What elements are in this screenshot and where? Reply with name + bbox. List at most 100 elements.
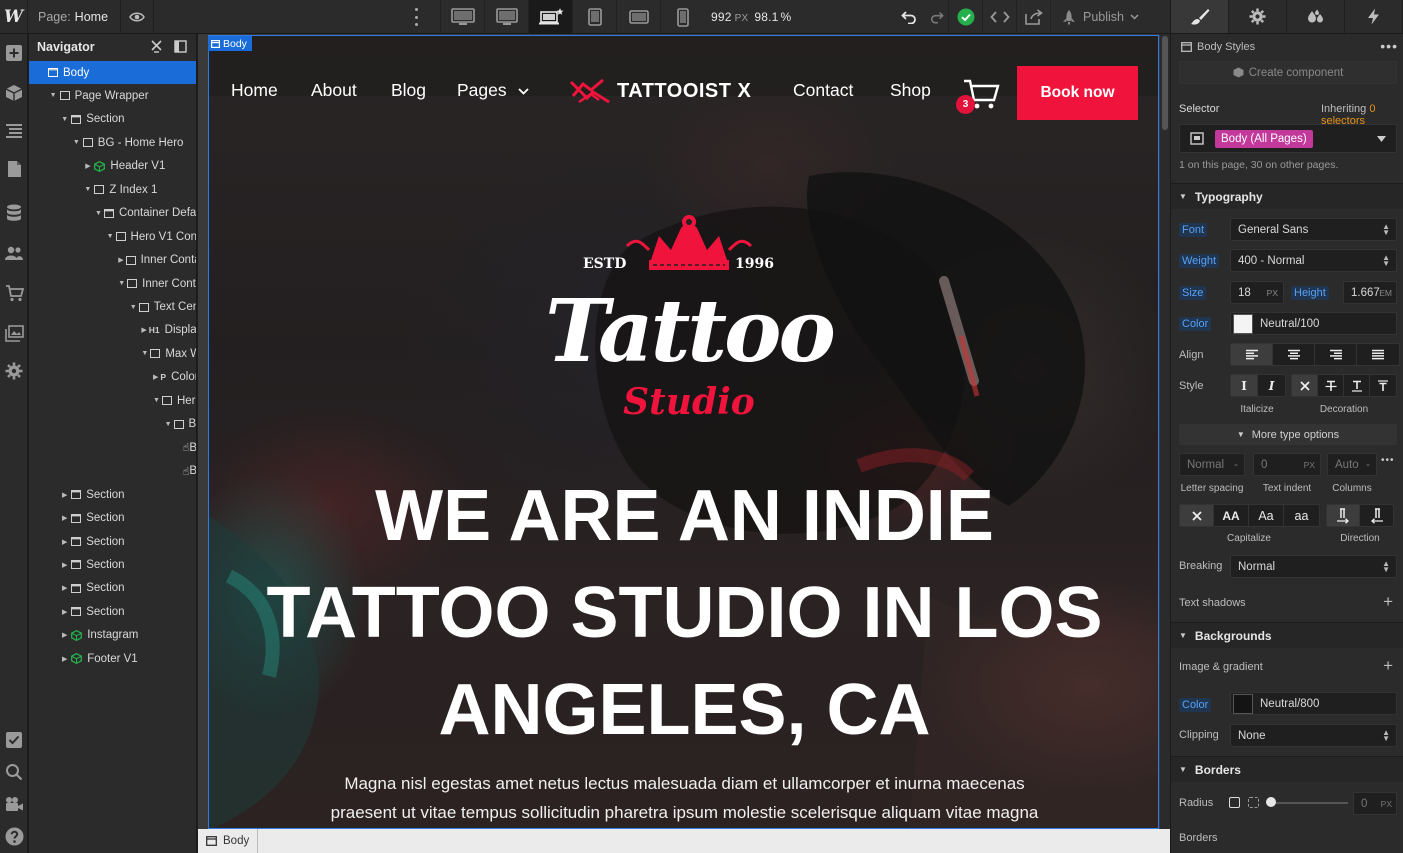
add-background-icon[interactable]: + [1383,656,1393,676]
capitalize-button[interactable]: Aa [1249,505,1284,526]
columns-input[interactable]: Auto - [1327,453,1377,476]
breadcrumb-item-body[interactable]: Body [206,829,259,853]
radius-all-corners-icon[interactable] [1229,797,1240,808]
weight-select[interactable]: 400 - Normal ▲ ▼ [1230,249,1397,272]
caret-down-icon[interactable] [1377,136,1386,142]
share-button[interactable] [1016,0,1050,34]
nav-link-shop[interactable]: Shop [890,80,931,101]
breaking-select[interactable]: Normal ▲ ▼ [1230,555,1397,578]
selector-field[interactable]: Body (All Pages) [1179,124,1397,153]
nav-link-about[interactable]: About [311,80,357,101]
canvas-scrollbar-thumb[interactable] [1162,36,1168,130]
text-color-swatch[interactable] [1233,313,1253,334]
add-text-shadow-icon[interactable]: + [1383,592,1393,612]
align-left-button[interactable] [1231,344,1273,365]
video-tutorials-button[interactable] [3,793,25,815]
navigator-item[interactable]: ▶ Section [29,553,196,576]
font-size-unit[interactable]: PX [1267,288,1278,298]
page-body[interactable]: Home About Blog Pages TATTOOIST X Contac… [208,35,1159,829]
uppercase-button[interactable]: AA [1214,505,1249,526]
navigator-item[interactable]: ▶ Section [29,530,196,553]
navigator-item[interactable]: ▶ Inner Container [29,249,196,272]
underline-button[interactable] [1344,375,1370,396]
settings-button[interactable] [3,360,25,382]
background-color-swatch[interactable] [1233,693,1253,714]
tab-style-manager[interactable] [1287,0,1345,33]
site-brand-logo[interactable]: TATTOOIST X [569,76,751,106]
more-type-options-toggle[interactable]: ▼ More type options [1179,424,1397,445]
publish-button[interactable]: Publish [1050,0,1149,34]
caret-down-icon[interactable]: ▼ [141,350,148,357]
code-export-button[interactable] [982,0,1016,34]
navigator-item[interactable]: ▼ Container Default [29,202,196,225]
decoration-none-button[interactable] [1292,375,1318,396]
navigator-item[interactable]: ▶ Section [29,600,196,623]
more-horizontal-icon[interactable]: ••• [1381,455,1395,466]
design-canvas[interactable]: Home About Blog Pages TATTOOIST X Contac… [198,34,1170,829]
caret-right-icon[interactable]: ▶ [60,538,69,546]
caret-right-icon[interactable]: ▶ [83,162,92,170]
capitalize-none-button[interactable] [1180,505,1214,526]
more-vertical-icon[interactable] [412,8,420,26]
nav-link-blog[interactable]: Blog [391,80,426,101]
tasks-button[interactable] [3,729,25,751]
caret-down-icon[interactable]: ▼ [95,210,102,217]
nav-link-home[interactable]: Home [231,80,278,101]
align-center-button[interactable] [1273,344,1315,365]
caret-right-icon[interactable]: ▶ [60,491,69,499]
navigator-item[interactable]: ☝ B [29,460,196,483]
site-status-button[interactable] [948,0,982,34]
radius-slider-handle[interactable] [1266,797,1276,807]
page-selector[interactable]: Page: Home [28,10,120,24]
navigator-item[interactable]: ▶ Instagram [29,624,196,647]
nav-link-pages[interactable]: Pages [457,80,529,101]
caret-down-icon[interactable]: ▼ [153,397,160,404]
navigator-item[interactable]: ▶ Footer V1 [29,647,196,670]
overline-button[interactable] [1370,375,1396,396]
caret-right-icon[interactable]: ▶ [153,373,158,381]
text-indent-input[interactable]: 0 PX [1253,453,1321,476]
italic-off-button[interactable]: I [1231,375,1258,396]
navigator-item[interactable]: ▼ Bu [29,413,196,436]
navigator-item[interactable]: ▶ Section [29,507,196,530]
add-elements-button[interactable] [3,42,25,64]
breakpoint-desktop-base[interactable] [528,0,572,34]
pin-icon[interactable] [151,40,162,53]
navigator-item[interactable]: ▼ Z Index 1 [29,178,196,201]
caret-down-icon[interactable]: ▼ [107,233,114,240]
tab-style[interactable] [1171,0,1229,33]
navigator-item[interactable]: ▶ Section [29,577,196,600]
strikethrough-button[interactable] [1318,375,1344,396]
webflow-logo[interactable]: W [0,0,28,34]
caret-down-icon[interactable]: ▼ [165,421,172,428]
text-indent-unit[interactable]: PX [1304,460,1315,470]
radius-unit[interactable]: PX [1381,799,1392,809]
caret-right-icon[interactable]: ▶ [60,514,69,522]
caret-right-icon[interactable]: ▶ [60,584,69,592]
help-button[interactable] [3,825,25,847]
caret-right-icon[interactable]: ▶ [60,655,69,663]
create-component-button[interactable]: Create component [1179,61,1397,84]
navigator-item[interactable]: ☝ B [29,436,196,459]
selector-chip[interactable]: Body (All Pages) [1215,129,1313,148]
tab-settings[interactable] [1229,0,1287,33]
caret-right-icon[interactable]: ▶ [141,326,146,334]
align-right-button[interactable] [1315,344,1357,365]
tab-interactions[interactable] [1345,0,1403,33]
breakpoint-tablet[interactable] [572,0,616,34]
navigator-item[interactable]: ▶ P Color [29,366,196,389]
text-color-field[interactable]: Neutral/100 [1230,312,1397,335]
direction-ltr-button[interactable] [1327,505,1360,526]
search-button[interactable] [3,761,25,783]
caret-right-icon[interactable]: ▶ [60,631,69,639]
pages-button[interactable] [3,158,25,180]
navigator-item[interactable]: ▼ Max W [29,342,196,365]
letter-spacing-input[interactable]: Normal - [1179,453,1245,476]
breakpoint-large-desktop[interactable] [440,0,484,34]
borders-section-header[interactable]: ▼ Borders [1171,756,1403,782]
navigator-item[interactable]: ▶ Section [29,483,196,506]
typography-section-header[interactable]: ▼ Typography [1171,183,1403,209]
caret-down-icon[interactable]: ▼ [130,304,137,311]
caret-down-icon[interactable]: ▼ [72,139,81,146]
assets-button[interactable] [3,322,25,344]
